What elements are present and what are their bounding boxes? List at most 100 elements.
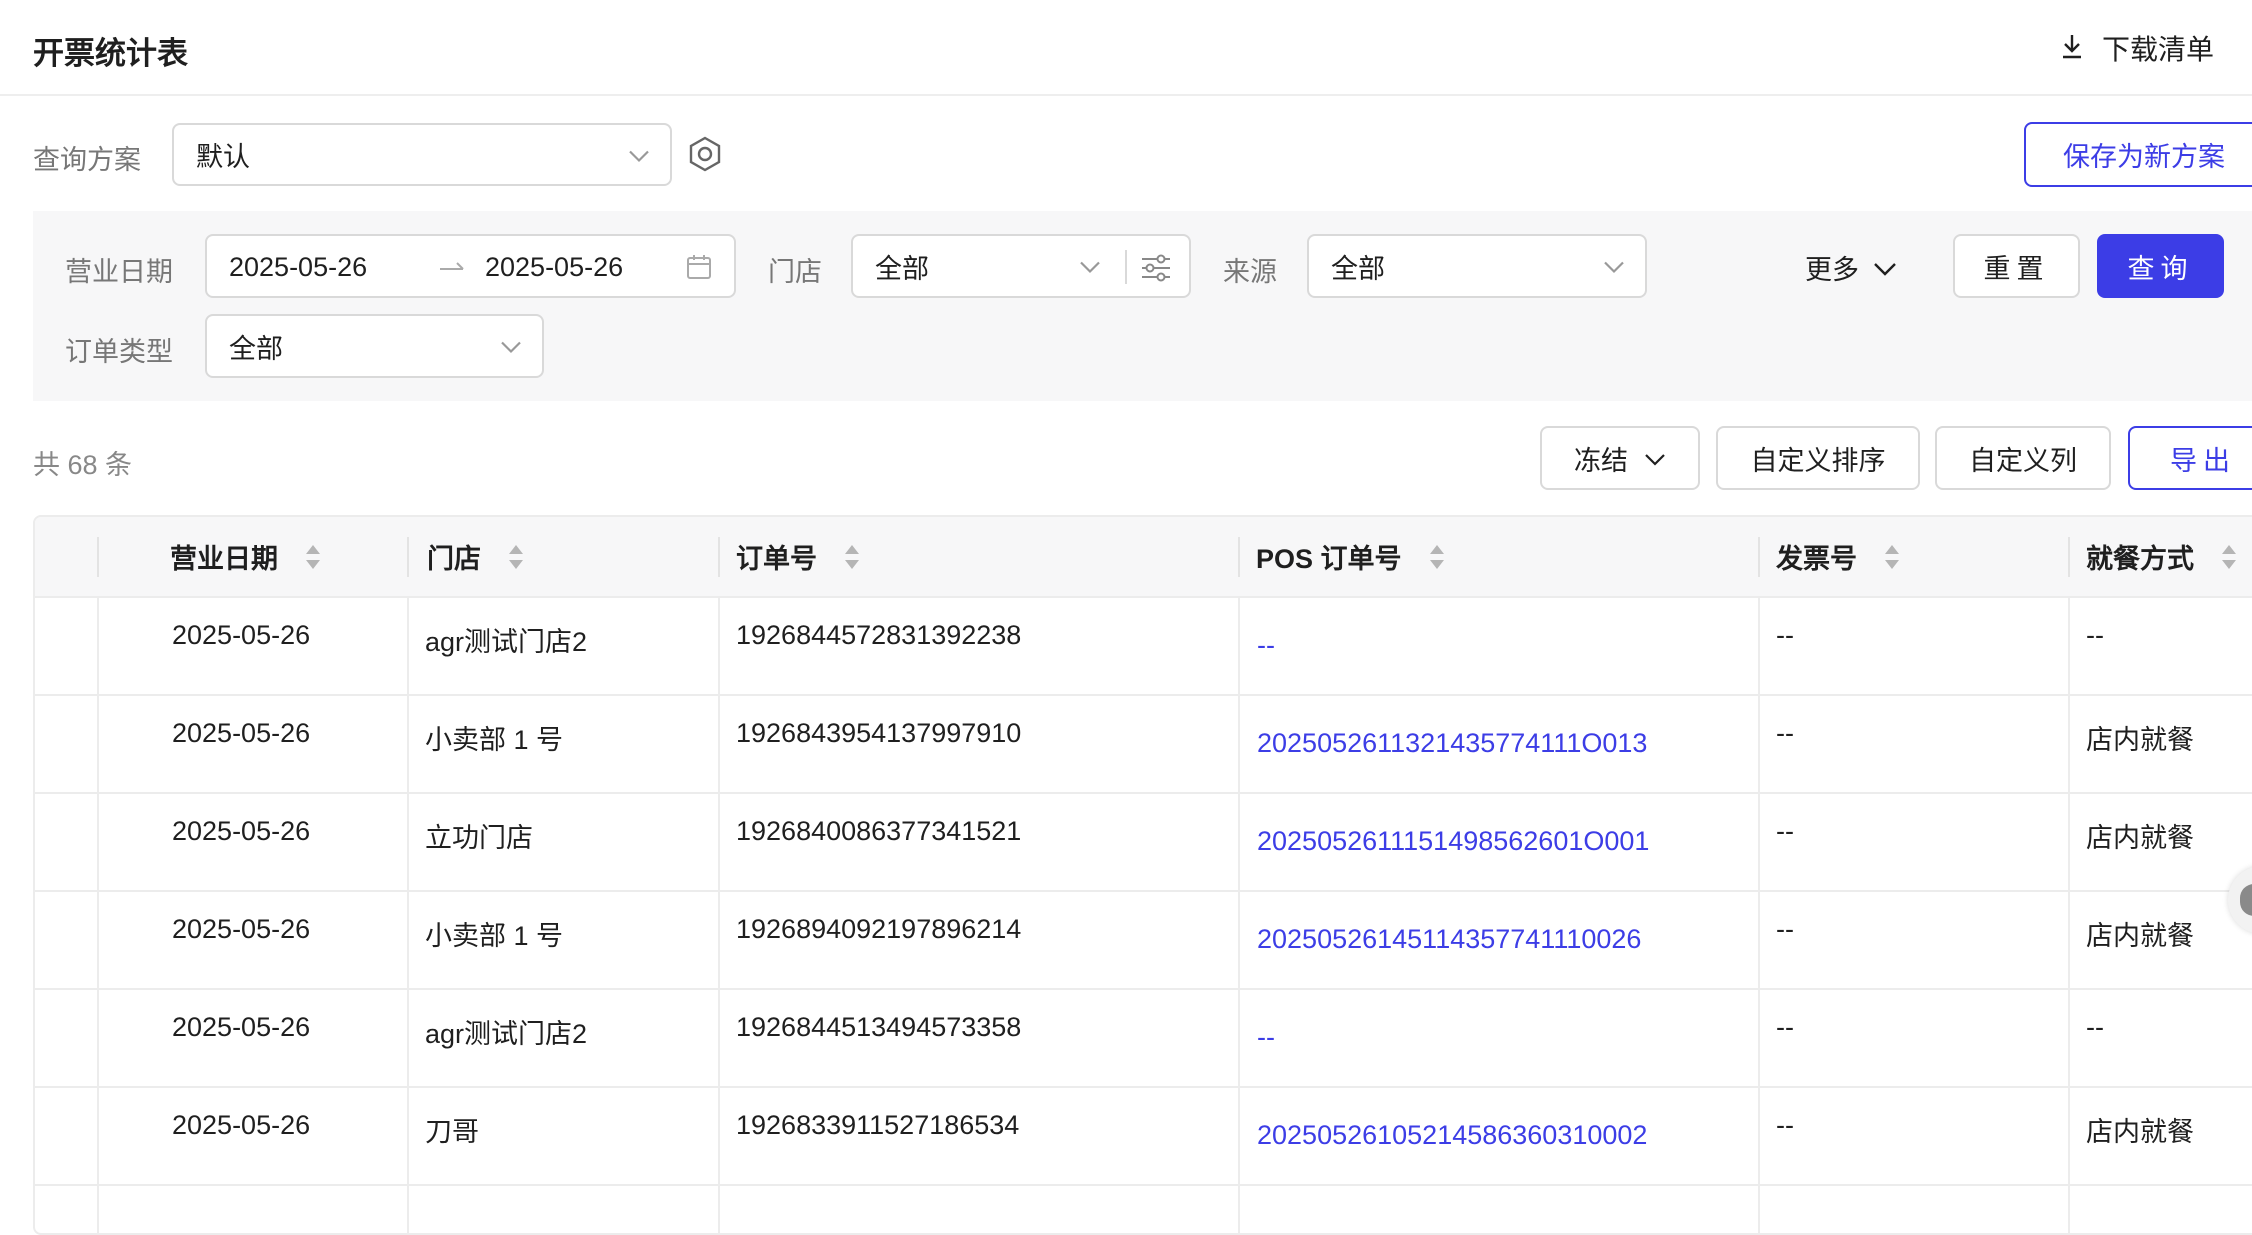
- column-label: 订单号: [736, 544, 817, 574]
- cell-order-no: 1926844513494573358: [736, 1012, 1022, 1042]
- cell-store: 小卖部 1 号: [425, 725, 564, 755]
- cell-order-no: 1926844572831392238: [736, 620, 1022, 650]
- table-row[interactable]: 2025-05-26 小卖部 1 号 1926843954137997910 2…: [35, 694, 2252, 794]
- store-select-value: 全部: [875, 253, 929, 284]
- sort-icon[interactable]: [1428, 543, 1446, 571]
- cell-invoice-no: --: [1776, 1012, 1794, 1042]
- custom-columns-button[interactable]: 自定义列: [1935, 426, 2111, 490]
- cell-pos-order-link[interactable]: --: [1257, 1022, 1275, 1053]
- order-type-select[interactable]: 全部: [205, 314, 544, 378]
- chevron-down-icon: [1079, 251, 1101, 282]
- store-select[interactable]: 全部: [851, 234, 1191, 298]
- chevron-down-icon: [1644, 443, 1666, 474]
- cell-pos-order-link[interactable]: 2025052611321435774111O013: [1257, 728, 1647, 759]
- column-header-order-no[interactable]: 订单号: [736, 517, 861, 596]
- cell-order-no: 1926840086377341521: [736, 816, 1022, 846]
- cell-store: 刀哥: [425, 1117, 479, 1147]
- plan-settings-icon[interactable]: [688, 136, 722, 177]
- download-icon: [2060, 33, 2084, 64]
- column-separator: [97, 537, 99, 577]
- column-label: 门店: [427, 544, 481, 574]
- cell-invoice-no: --: [1776, 914, 1794, 944]
- freeze-button[interactable]: 冻结: [1540, 426, 1700, 490]
- arrow-right-icon: [439, 252, 465, 283]
- cell-business-date: 2025-05-26: [172, 914, 311, 944]
- column-label: 就餐方式: [2086, 544, 2194, 574]
- query-plan-value: 默认: [196, 142, 250, 172]
- cell-store: 立功门店: [425, 823, 533, 853]
- chevron-down-icon: [1603, 251, 1625, 282]
- column-separator: [1238, 537, 1240, 577]
- download-list-button[interactable]: 下载清单: [2060, 28, 2214, 68]
- query-button[interactable]: 查询: [2097, 234, 2224, 298]
- total-count: 共 68 条: [33, 450, 133, 480]
- cell-dining-type: 店内就餐: [2086, 823, 2194, 853]
- cell-pos-order-link[interactable]: --: [1257, 630, 1275, 661]
- sort-icon[interactable]: [304, 543, 322, 571]
- column-header-store[interactable]: 门店: [427, 517, 525, 596]
- cell-dining-type: --: [2086, 620, 2104, 650]
- cell-pos-order-link[interactable]: 20250526105214586360310002: [1257, 1120, 1647, 1151]
- column-header-business-date[interactable]: 营业日期: [170, 517, 322, 596]
- cell-dining-type: 店内就餐: [2086, 1117, 2194, 1147]
- sort-icon[interactable]: [507, 543, 525, 571]
- column-separator: [2068, 537, 2070, 577]
- cell-store: agr测试门店2: [425, 627, 588, 657]
- select-divider: [1125, 250, 1127, 284]
- cell-business-date: 2025-05-26: [172, 816, 311, 846]
- cell-invoice-no: --: [1776, 718, 1794, 748]
- sort-icon[interactable]: [2220, 543, 2238, 571]
- invoice-table: 营业日期 门店 订单号 POS 订单号 发票号 就餐方式 2025-05-26 …: [33, 515, 2252, 1235]
- date-start[interactable]: 2025-05-26: [229, 252, 367, 283]
- table-row[interactable]: 2025-05-26 刀哥 1926833911527186534 202505…: [35, 1086, 2252, 1186]
- download-list-label: 下载清单: [2102, 34, 2215, 65]
- cell-invoice-no: --: [1776, 620, 1794, 650]
- query-plan-label: 查询方案: [33, 145, 141, 175]
- query-plan-select[interactable]: 默认: [172, 123, 672, 186]
- page-title: 开票统计表: [33, 36, 188, 71]
- cell-store: 小卖部 1 号: [425, 921, 564, 951]
- freeze-label: 冻结: [1574, 445, 1628, 476]
- column-label: 营业日期: [170, 544, 278, 574]
- date-range-picker[interactable]: 2025-05-26 2025-05-26: [205, 234, 736, 298]
- order-type-label: 订单类型: [65, 337, 173, 367]
- table-row[interactable]: 2025-05-26 小卖部 1 号 1926894092197896214 2…: [35, 890, 2252, 990]
- cell-business-date: 2025-05-26: [172, 1110, 311, 1140]
- cell-pos-order-link[interactable]: 20250526145114357741110026: [1257, 924, 1641, 955]
- store-label: 门店: [768, 257, 822, 287]
- sort-icon[interactable]: [1883, 543, 1901, 571]
- order-type-value: 全部: [229, 333, 283, 364]
- column-separator: [407, 537, 409, 577]
- cell-invoice-no: --: [1776, 816, 1794, 846]
- custom-sort-button[interactable]: 自定义排序: [1716, 426, 1920, 490]
- table-row[interactable]: 2025-05-26 agr测试门店2 1926844513494573358 …: [35, 988, 2252, 1088]
- cell-dining-type: --: [2086, 1012, 2104, 1042]
- page-header: 开票统计表 下载清单: [0, 0, 2252, 96]
- chevron-down-icon: [500, 331, 522, 362]
- cell-business-date: 2025-05-26: [172, 1012, 311, 1042]
- column-separator: [1758, 537, 1760, 577]
- save-new-plan-button[interactable]: 保存为新方案: [2024, 122, 2252, 187]
- column-separator: [718, 537, 720, 577]
- source-select[interactable]: 全部: [1307, 234, 1647, 298]
- reset-button[interactable]: 重置: [1953, 234, 2080, 298]
- column-header-invoice-no[interactable]: 发票号: [1776, 517, 1901, 596]
- cell-store: agr测试门店2: [425, 1019, 588, 1049]
- table-header: 营业日期 门店 订单号 POS 订单号 发票号 就餐方式: [35, 517, 2252, 598]
- sliders-icon[interactable]: [1141, 254, 1171, 289]
- chevron-down-icon: [628, 139, 650, 170]
- column-label: 发票号: [1776, 544, 1857, 574]
- table-row[interactable]: 2025-05-26 agr测试门店2 1926844572831392238 …: [35, 596, 2252, 696]
- more-filters-label: 更多: [1805, 255, 1859, 285]
- cell-dining-type: 店内就餐: [2086, 725, 2194, 755]
- cell-business-date: 2025-05-26: [172, 718, 311, 748]
- table-row[interactable]: 2025-05-26 立功门店 1926840086377341521 2025…: [35, 792, 2252, 892]
- cell-invoice-no: --: [1776, 1110, 1794, 1140]
- sort-icon[interactable]: [843, 543, 861, 571]
- export-button[interactable]: 导出: [2128, 426, 2252, 490]
- column-header-pos-order-no[interactable]: POS 订单号: [1256, 517, 1446, 596]
- column-header-dining-type[interactable]: 就餐方式: [2086, 517, 2238, 596]
- cell-pos-order-link[interactable]: 2025052611151498562601O001: [1257, 826, 1649, 857]
- date-end[interactable]: 2025-05-26: [485, 252, 623, 283]
- more-filters-toggle[interactable]: 更多: [1805, 248, 1897, 287]
